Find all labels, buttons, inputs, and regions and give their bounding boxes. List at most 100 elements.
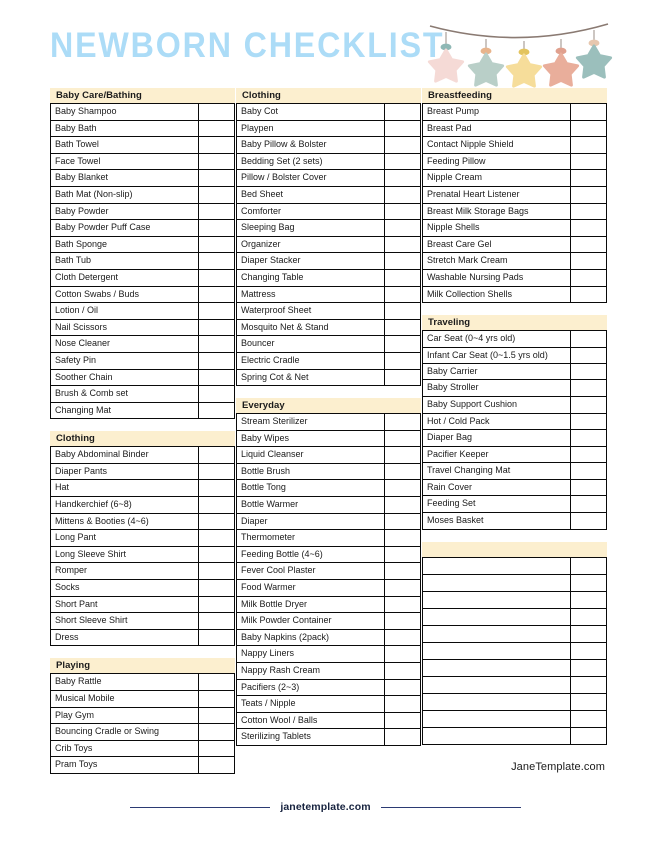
checkbox-cell[interactable] bbox=[571, 626, 606, 642]
checkbox-cell[interactable] bbox=[571, 397, 606, 413]
checkbox-cell[interactable] bbox=[571, 643, 606, 659]
checkbox-cell[interactable] bbox=[385, 447, 420, 463]
checkbox-cell[interactable] bbox=[385, 270, 420, 286]
checklist-item-blank[interactable] bbox=[423, 727, 571, 744]
checkbox-cell[interactable] bbox=[199, 580, 234, 596]
checklist-item-blank[interactable] bbox=[423, 608, 571, 625]
checkbox-cell[interactable] bbox=[199, 708, 234, 724]
checkbox-cell[interactable] bbox=[199, 447, 234, 463]
checkbox-cell[interactable] bbox=[385, 414, 420, 430]
checkbox-cell[interactable] bbox=[199, 104, 234, 120]
checkbox-cell[interactable] bbox=[199, 497, 234, 513]
checkbox-cell[interactable] bbox=[571, 348, 606, 363]
checklist-item-blank[interactable] bbox=[423, 676, 571, 693]
checkbox-cell[interactable] bbox=[385, 663, 420, 679]
checkbox-cell[interactable] bbox=[199, 270, 234, 286]
checkbox-cell[interactable] bbox=[571, 331, 606, 347]
checkbox-cell[interactable] bbox=[571, 660, 606, 676]
checkbox-cell[interactable] bbox=[571, 694, 606, 710]
checkbox-cell[interactable] bbox=[571, 513, 606, 529]
checkbox-cell[interactable] bbox=[199, 480, 234, 496]
checkbox-cell[interactable] bbox=[199, 597, 234, 613]
checklist-item-blank[interactable] bbox=[423, 693, 571, 710]
checkbox-cell[interactable] bbox=[199, 674, 234, 690]
checklist-item-blank[interactable] bbox=[423, 710, 571, 727]
checkbox-cell[interactable] bbox=[199, 220, 234, 236]
checkbox-cell[interactable] bbox=[385, 320, 420, 336]
checkbox-cell[interactable] bbox=[385, 563, 420, 579]
checkbox-cell[interactable] bbox=[385, 464, 420, 480]
checkbox-cell[interactable] bbox=[385, 370, 420, 386]
checkbox-cell[interactable] bbox=[385, 713, 420, 729]
checkbox-cell[interactable] bbox=[385, 431, 420, 447]
checklist-item-blank[interactable] bbox=[423, 625, 571, 642]
checkbox-cell[interactable] bbox=[199, 724, 234, 740]
checkbox-cell[interactable] bbox=[385, 253, 420, 269]
checkbox-cell[interactable] bbox=[571, 575, 606, 591]
checkbox-cell[interactable] bbox=[571, 220, 606, 236]
checkbox-cell[interactable] bbox=[385, 137, 420, 153]
checkbox-cell[interactable] bbox=[385, 547, 420, 563]
checkbox-cell[interactable] bbox=[199, 403, 234, 419]
checkbox-cell[interactable] bbox=[385, 353, 420, 369]
checkbox-cell[interactable] bbox=[385, 336, 420, 352]
checkbox-cell[interactable] bbox=[199, 154, 234, 170]
checkbox-cell[interactable] bbox=[571, 447, 606, 463]
checkbox-cell[interactable] bbox=[571, 677, 606, 693]
checkbox-cell[interactable] bbox=[571, 463, 606, 479]
checklist-item-blank[interactable] bbox=[423, 659, 571, 676]
checkbox-cell[interactable] bbox=[199, 137, 234, 153]
checkbox-cell[interactable] bbox=[199, 187, 234, 203]
checkbox-cell[interactable] bbox=[571, 480, 606, 496]
checklist-item-blank[interactable] bbox=[423, 557, 571, 574]
checkbox-cell[interactable] bbox=[385, 187, 420, 203]
checkbox-cell[interactable] bbox=[385, 530, 420, 546]
checkbox-cell[interactable] bbox=[385, 303, 420, 319]
checkbox-cell[interactable] bbox=[199, 287, 234, 303]
checkbox-cell[interactable] bbox=[571, 430, 606, 446]
checkbox-cell[interactable] bbox=[571, 204, 606, 220]
checkbox-cell[interactable] bbox=[199, 757, 234, 773]
checkbox-cell[interactable] bbox=[385, 287, 420, 303]
checkbox-cell[interactable] bbox=[571, 237, 606, 253]
checkbox-cell[interactable] bbox=[385, 237, 420, 253]
checkbox-cell[interactable] bbox=[385, 580, 420, 596]
checkbox-cell[interactable] bbox=[385, 220, 420, 236]
checkbox-cell[interactable] bbox=[571, 104, 606, 120]
checkbox-cell[interactable] bbox=[199, 121, 234, 137]
checkbox-cell[interactable] bbox=[199, 741, 234, 757]
checkbox-cell[interactable] bbox=[385, 480, 420, 496]
checkbox-cell[interactable] bbox=[385, 497, 420, 513]
checkbox-cell[interactable] bbox=[199, 303, 234, 319]
checkbox-cell[interactable] bbox=[385, 104, 420, 120]
checklist-item-blank[interactable] bbox=[423, 591, 571, 608]
checkbox-cell[interactable] bbox=[199, 204, 234, 220]
checkbox-cell[interactable] bbox=[199, 464, 234, 480]
checkbox-cell[interactable] bbox=[385, 729, 420, 745]
checkbox-cell[interactable] bbox=[385, 514, 420, 530]
checkbox-cell[interactable] bbox=[199, 353, 234, 369]
checkbox-cell[interactable] bbox=[571, 711, 606, 727]
checkbox-cell[interactable] bbox=[571, 154, 606, 170]
checkbox-cell[interactable] bbox=[571, 728, 606, 744]
checkbox-cell[interactable] bbox=[199, 514, 234, 530]
checkbox-cell[interactable] bbox=[385, 630, 420, 646]
checkbox-cell[interactable] bbox=[571, 253, 606, 269]
checkbox-cell[interactable] bbox=[385, 170, 420, 186]
checkbox-cell[interactable] bbox=[385, 613, 420, 629]
checkbox-cell[interactable] bbox=[571, 364, 606, 380]
checkbox-cell[interactable] bbox=[385, 680, 420, 696]
checkbox-cell[interactable] bbox=[571, 287, 606, 303]
checkbox-cell[interactable] bbox=[199, 320, 234, 336]
checkbox-cell[interactable] bbox=[571, 609, 606, 625]
checkbox-cell[interactable] bbox=[199, 170, 234, 186]
checkbox-cell[interactable] bbox=[571, 558, 606, 574]
checkbox-cell[interactable] bbox=[571, 270, 606, 286]
checkbox-cell[interactable] bbox=[571, 137, 606, 153]
checkbox-cell[interactable] bbox=[571, 121, 606, 137]
checkbox-cell[interactable] bbox=[199, 691, 234, 707]
checkbox-cell[interactable] bbox=[199, 386, 234, 402]
checkbox-cell[interactable] bbox=[199, 530, 234, 546]
checkbox-cell[interactable] bbox=[571, 414, 606, 430]
checklist-item-blank[interactable] bbox=[423, 642, 571, 659]
